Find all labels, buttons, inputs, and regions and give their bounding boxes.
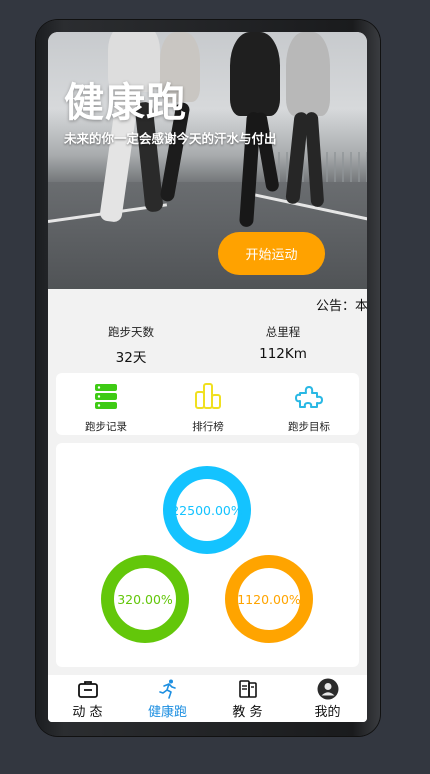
stats-row: 跑步天数 32天 总里程 112Km [48, 324, 367, 366]
notice-text: 公告：本 [316, 299, 367, 314]
progress-rings-card: 22500.00% 320.00% 1120.00% [56, 443, 359, 667]
puzzle-icon [295, 386, 323, 408]
menu-item-run-goal[interactable]: 跑步目标 [269, 381, 349, 434]
progress-ring-value: 22500.00% [171, 502, 243, 518]
stat-run-days: 跑步天数 32天 [61, 324, 201, 366]
notice-marquee: 公告：本 [48, 289, 367, 319]
tab-dynamics[interactable]: 动 态 [48, 678, 127, 720]
menu-item-label: 排行榜 [192, 421, 224, 433]
progress-ring: 1120.00% [225, 555, 313, 643]
stat-total-distance: 总里程 112Km [213, 324, 353, 362]
progress-ring-value: 320.00% [117, 591, 173, 607]
podium-icon [195, 383, 221, 409]
tab-academic[interactable]: 教 务 [208, 678, 287, 720]
tab-label: 健康跑 [147, 705, 187, 720]
app-screen: 健康跑 未来的你一定会感谢今天的汗水与付出 开始运动 公告：本 跑步天数 32天… [48, 32, 367, 722]
database-icon [95, 384, 117, 409]
hero-banner: 健康跑 未来的你一定会感谢今天的汗水与付出 开始运动 [48, 32, 367, 289]
tab-mine[interactable]: 我的 [288, 678, 367, 720]
menu-item-leaderboard[interactable]: 排行榜 [168, 381, 248, 434]
runner-figure [286, 32, 330, 116]
bottom-tab-bar: 动 态 健康跑 教 务 我的 [48, 675, 367, 722]
progress-ring: 320.00% [101, 555, 189, 643]
runner-icon [158, 679, 176, 699]
feature-menu: 跑步记录 排行榜 跑步目标 [56, 373, 359, 435]
stat-label: 跑步天数 [108, 325, 154, 339]
tab-health-run[interactable]: 健康跑 [128, 678, 207, 720]
page-title: 健康跑 [64, 80, 187, 126]
menu-item-label: 跑步目标 [288, 421, 330, 433]
briefcase-icon [77, 681, 98, 698]
hero-subtitle: 未来的你一定会感谢今天的汗水与付出 [64, 131, 277, 146]
menu-item-run-records[interactable]: 跑步记录 [66, 381, 146, 434]
tab-label: 动 态 [72, 705, 103, 720]
stat-value: 112Km [259, 346, 307, 362]
stat-value: 32天 [115, 350, 147, 366]
tab-label: 我的 [314, 705, 341, 720]
avatar-icon [317, 678, 338, 700]
stat-label: 总里程 [265, 325, 301, 339]
progress-ring-value: 1120.00% [237, 591, 301, 607]
progress-ring: 22500.00% [163, 466, 251, 554]
book-icon [238, 680, 257, 698]
tab-label: 教 务 [232, 705, 263, 720]
start-exercise-button[interactable]: 开始运动 [218, 232, 325, 275]
runner-figure [230, 32, 280, 116]
menu-item-label: 跑步记录 [85, 421, 127, 433]
